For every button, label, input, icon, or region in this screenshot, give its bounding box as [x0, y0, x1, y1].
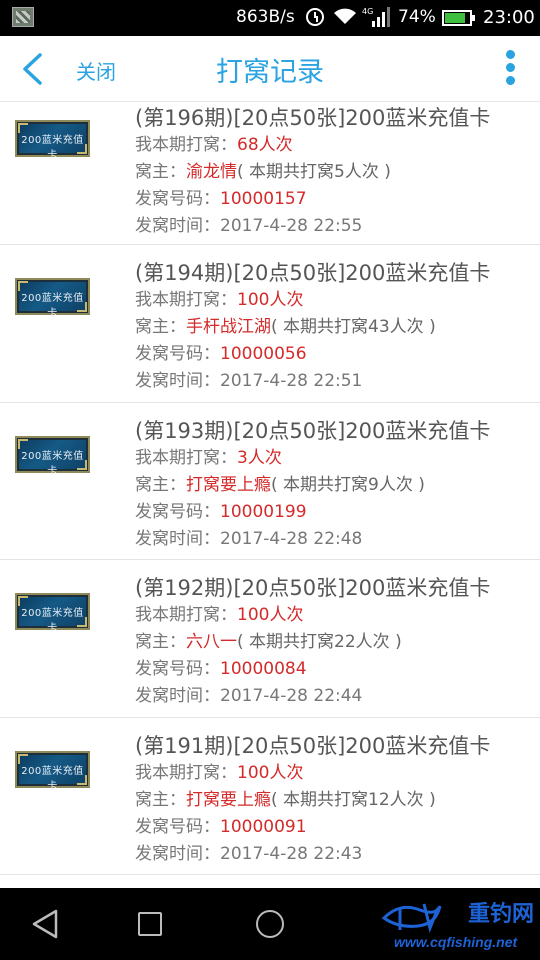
- battery-percent: 74%: [398, 7, 436, 27]
- record-title: (第196期)[20点50张]200蓝米充值卡: [135, 106, 491, 130]
- number-label: 发窝号码：: [135, 501, 220, 522]
- prize-card-thumbnail: 200蓝米充值卡: [15, 750, 90, 792]
- my-bets-value: 3人次: [237, 447, 282, 468]
- record-time: 2017-4-28 22:44: [220, 686, 363, 706]
- time-label: 发窝时间：: [135, 216, 220, 236]
- my-bets-value: 68人次: [237, 135, 293, 155]
- nav-back-icon[interactable]: [30, 908, 60, 940]
- recent-apps-icon[interactable]: [138, 912, 162, 936]
- time-label: 发窝时间：: [135, 528, 220, 549]
- system-nav-bar: 重钓网 www.cqfishing.net: [0, 888, 540, 960]
- winning-number: 10000157: [220, 189, 307, 209]
- winning-number: 10000084: [220, 659, 307, 679]
- page-title: 打窝记录: [216, 57, 324, 88]
- host-note: ( 本期共打窝12人次 ): [271, 789, 436, 810]
- host-label: 窝主：: [135, 162, 186, 182]
- host-name[interactable]: 打窝要上瘾: [186, 475, 271, 495]
- time-label: 发窝时间：: [135, 371, 220, 391]
- list-item[interactable]: 200蓝米充值卡 (第196期)[20点50张]200蓝米充值卡 我本期打窝：6…: [0, 102, 540, 245]
- my-bets-label: 我本期打窝：: [135, 762, 237, 783]
- host-name[interactable]: 六八一: [186, 632, 237, 652]
- wifi-icon: [334, 8, 356, 24]
- record-time: 2017-4-28 22:43: [220, 843, 363, 864]
- time-label: 发窝时间：: [135, 686, 220, 706]
- host-name[interactable]: 手杆战江湖: [186, 317, 271, 337]
- site-watermark: 重钓网 www.cqfishing.net: [376, 894, 540, 956]
- my-bets-value: 100人次: [237, 762, 304, 783]
- record-title: (第191期)[20点50张]200蓝米充值卡: [135, 733, 491, 758]
- prize-card-thumbnail: 200蓝米充值卡: [15, 593, 90, 634]
- network-speed: 863B/s: [236, 7, 295, 27]
- record-time: 2017-4-28 22:55: [220, 216, 363, 236]
- watermark-url: www.cqfishing.net: [394, 934, 518, 950]
- number-label: 发窝号码：: [135, 816, 220, 837]
- home-icon[interactable]: [256, 910, 284, 938]
- host-label: 窝主：: [135, 474, 186, 495]
- winning-number: 10000199: [220, 501, 307, 522]
- winning-number: 10000056: [220, 344, 307, 364]
- host-name[interactable]: 打窝要上瘾: [186, 790, 271, 810]
- record-list[interactable]: 200蓝米充值卡 (第196期)[20点50张]200蓝米充值卡 我本期打窝：6…: [0, 102, 540, 888]
- app-header: 关闭 打窝记录: [0, 36, 540, 102]
- record-title: (第192期)[20点50张]200蓝米充值卡: [135, 576, 491, 600]
- fishing-logo-icon: [381, 903, 442, 933]
- prize-card-thumbnail: 200蓝米充值卡: [15, 120, 90, 161]
- list-item[interactable]: 200蓝米充值卡 (第194期)[20点50张]200蓝米充值卡 我本期打窝：1…: [0, 245, 540, 403]
- list-item[interactable]: 200蓝米充值卡 (第193期)[20点50张]200蓝米充值卡 我本期打窝：3…: [0, 403, 540, 560]
- winning-number: 10000091: [220, 816, 307, 837]
- status-bar: 863B/s 4G 74% 23:00: [0, 0, 540, 36]
- list-item[interactable]: 200蓝米充值卡 (第191期)[20点50张]200蓝米充值卡 我本期打窝：1…: [0, 718, 540, 875]
- record-title: (第194期)[20点50张]200蓝米充值卡: [135, 261, 491, 285]
- list-item[interactable]: 200蓝米充值卡 (第192期)[20点50张]200蓝米充值卡 我本期打窝：1…: [0, 560, 540, 718]
- my-bets-label: 我本期打窝：: [135, 447, 237, 468]
- record-time: 2017-4-28 22:51: [220, 371, 363, 391]
- number-label: 发窝号码：: [135, 344, 220, 364]
- my-bets-value: 100人次: [237, 290, 304, 310]
- prize-card-thumbnail: 200蓝米充值卡: [15, 435, 90, 477]
- record-title: (第193期)[20点50张]200蓝米充值卡: [135, 418, 491, 443]
- number-label: 发窝号码：: [135, 189, 220, 209]
- host-label: 窝主：: [135, 789, 186, 810]
- host-label: 窝主：: [135, 317, 186, 337]
- notification-image-icon: [12, 7, 34, 27]
- host-note: ( 本期共打窝5人次 ): [237, 162, 391, 182]
- my-bets-label: 我本期打窝：: [135, 605, 237, 625]
- host-note: ( 本期共打窝43人次 ): [271, 317, 436, 337]
- battery-icon: [442, 10, 475, 26]
- number-label: 发窝号码：: [135, 659, 220, 679]
- my-bets-value: 100人次: [237, 605, 304, 625]
- record-time: 2017-4-28 22:48: [220, 528, 363, 549]
- host-note: ( 本期共打窝22人次 ): [237, 632, 402, 652]
- signal-icon: 4G: [362, 7, 390, 27]
- watermark-name: 重钓网: [468, 902, 535, 927]
- time-label: 发窝时间：: [135, 843, 220, 864]
- host-label: 窝主：: [135, 632, 186, 652]
- my-bets-label: 我本期打窝：: [135, 290, 237, 310]
- my-bets-label: 我本期打窝：: [135, 135, 237, 155]
- clock: 23:00: [483, 7, 535, 28]
- alarm-icon: [306, 8, 324, 26]
- host-name[interactable]: 渝龙情: [186, 162, 237, 182]
- host-note: ( 本期共打窝9人次 ): [271, 474, 425, 495]
- prize-card-thumbnail: 200蓝米充值卡: [15, 278, 90, 319]
- more-options-icon[interactable]: [504, 50, 516, 90]
- svg-text:4G: 4G: [362, 7, 373, 16]
